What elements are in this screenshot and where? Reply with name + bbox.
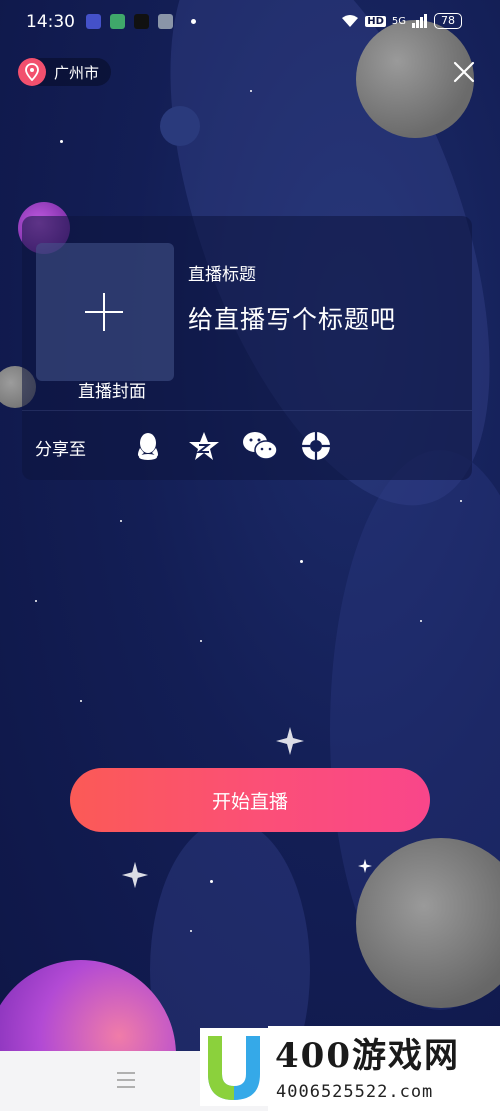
location-pin-icon [18,58,46,86]
sparkle-icon [358,859,372,873]
star [60,140,63,143]
share-label: 分享至 [35,440,86,460]
wifi-icon [342,15,359,27]
divider [22,410,472,411]
star [35,600,37,602]
tiktok-icon [134,14,149,29]
hd-badge: HD [365,15,386,27]
star [420,620,422,622]
watermark: 400游戏网 4006525522.com [200,1026,500,1111]
qzone-icon[interactable] [188,430,220,462]
signal-label: 5G [391,15,406,27]
signal-icon [412,14,427,28]
location-label: 广州市 [54,63,100,82]
star [210,880,213,883]
battery-indicator: 78 [434,13,462,29]
app-notification-icon [86,14,101,29]
status-time: 14:30 [26,12,75,32]
status-bar: 14:30 HD 5G 78 [0,0,500,44]
star [200,640,202,642]
star [250,90,252,92]
watermark-logo-icon [200,1028,268,1106]
star [80,700,82,702]
star [460,500,462,502]
star [120,520,122,522]
small-blue-planet [160,106,200,146]
start-live-button[interactable]: 开始直播 [70,768,430,832]
watermark-title: 400游戏网 [275,1036,460,1076]
star [300,560,303,563]
sparkle-icon [121,861,149,889]
qq-icon[interactable] [132,430,164,462]
live-setup-card: 直播封面 直播标题 给直播写个标题吧 分享至 [22,216,472,480]
live-setup-screen: 14:30 HD 5G 78 广州市 直播封面 直播标题 给直播写个标题吧 分享… [0,0,500,1111]
moments-icon[interactable] [300,430,332,462]
cover-upload-button[interactable]: 直播封面 [36,243,174,402]
title-input[interactable]: 给直播写个标题吧 [188,300,396,336]
location-selector[interactable]: 广州市 [18,58,112,86]
wechat-icon[interactable] [242,430,278,462]
sparkle-icon [276,727,304,755]
status-indicators: HD 5G 78 [341,13,462,29]
cover-label: 直播封面 [78,382,146,402]
menu-icon[interactable] [116,1071,136,1089]
more-notifications-dot [191,19,196,24]
plus-icon [85,293,123,331]
star [190,930,192,932]
close-icon[interactable] [450,58,478,86]
app-notification-icon [110,14,125,29]
app-notification-icon [158,14,173,29]
watermark-url: 4006525522.com [276,1082,434,1102]
title-label: 直播标题 [188,265,256,285]
